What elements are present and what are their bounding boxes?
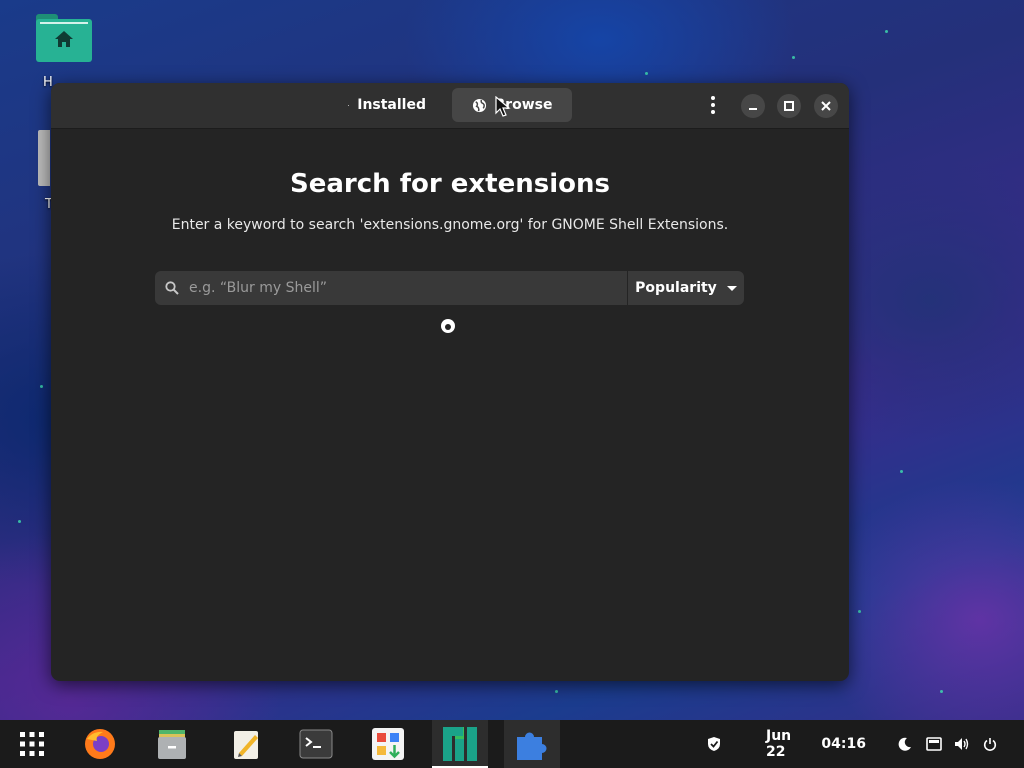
clock[interactable]: Jun 22 04:16 [766,720,866,768]
star-dot [885,30,888,33]
files-icon [158,730,186,759]
home-folder-icon [36,14,92,62]
menu-icon[interactable] [701,93,725,117]
page-title: Search for extensions [290,169,610,199]
tab-installed[interactable]: Installed [336,88,438,122]
page-subtitle: Enter a keyword to search 'extensions.gn… [171,217,729,233]
network-icon[interactable] [924,720,944,768]
app-grid-icon [20,732,44,756]
sort-dropdown-label: Popularity [635,280,717,296]
tab-browse[interactable]: Browse [452,88,572,122]
star-dot [18,520,21,523]
star-dot [858,610,861,613]
taskbar-firefox[interactable] [78,720,122,768]
star-dot [900,470,903,473]
search-input[interactable] [187,279,627,297]
extension-manager-icon [517,732,547,760]
taskbar-text-editor[interactable] [224,720,268,768]
shield-icon[interactable] [704,720,724,768]
search-field[interactable] [155,271,627,305]
volume-icon[interactable] [952,720,972,768]
taskbar-files[interactable] [150,720,194,768]
star-dot [940,690,943,693]
text-editor-icon [234,731,258,759]
star-dot [792,56,795,59]
search-row: Popularity [155,271,744,305]
manjaro-icon [443,727,477,761]
star-dot [645,72,648,75]
chevron-down-icon [726,285,737,291]
minimize-icon[interactable] [741,94,765,118]
taskbar-software[interactable] [366,720,410,768]
headerbar: Installed Browse [51,83,849,129]
taskbar: Jun 22 04:16 [0,720,1024,768]
trash-icon [38,130,50,186]
taskbar-manjaro[interactable] [432,720,488,768]
star-dot [40,385,43,388]
clock-date: Jun 22 [766,728,792,760]
power-icon[interactable] [980,720,1000,768]
taskbar-extension-manager[interactable] [504,720,560,768]
clock-time: 04:16 [821,736,866,752]
extension-manager-window: Installed Browse Search for extensions E… [51,83,849,681]
night-light-icon[interactable] [896,720,914,768]
firefox-icon [85,729,115,759]
close-icon[interactable] [814,94,838,118]
app-grid-button[interactable] [10,720,54,768]
loading-spinner-icon [441,319,455,333]
search-icon [165,281,179,295]
mouse-cursor-icon [495,96,511,117]
terminal-icon [299,729,333,759]
software-icon [372,728,404,760]
maximize-icon[interactable] [777,94,801,118]
globe-icon [472,98,486,112]
sort-dropdown[interactable]: Popularity [628,271,744,305]
taskbar-terminal[interactable] [294,720,338,768]
browse-page: Search for extensions Enter a keyword to… [51,129,849,681]
tab-installed-label: Installed [357,97,426,113]
puzzle-icon [348,104,350,106]
star-dot [555,690,558,693]
